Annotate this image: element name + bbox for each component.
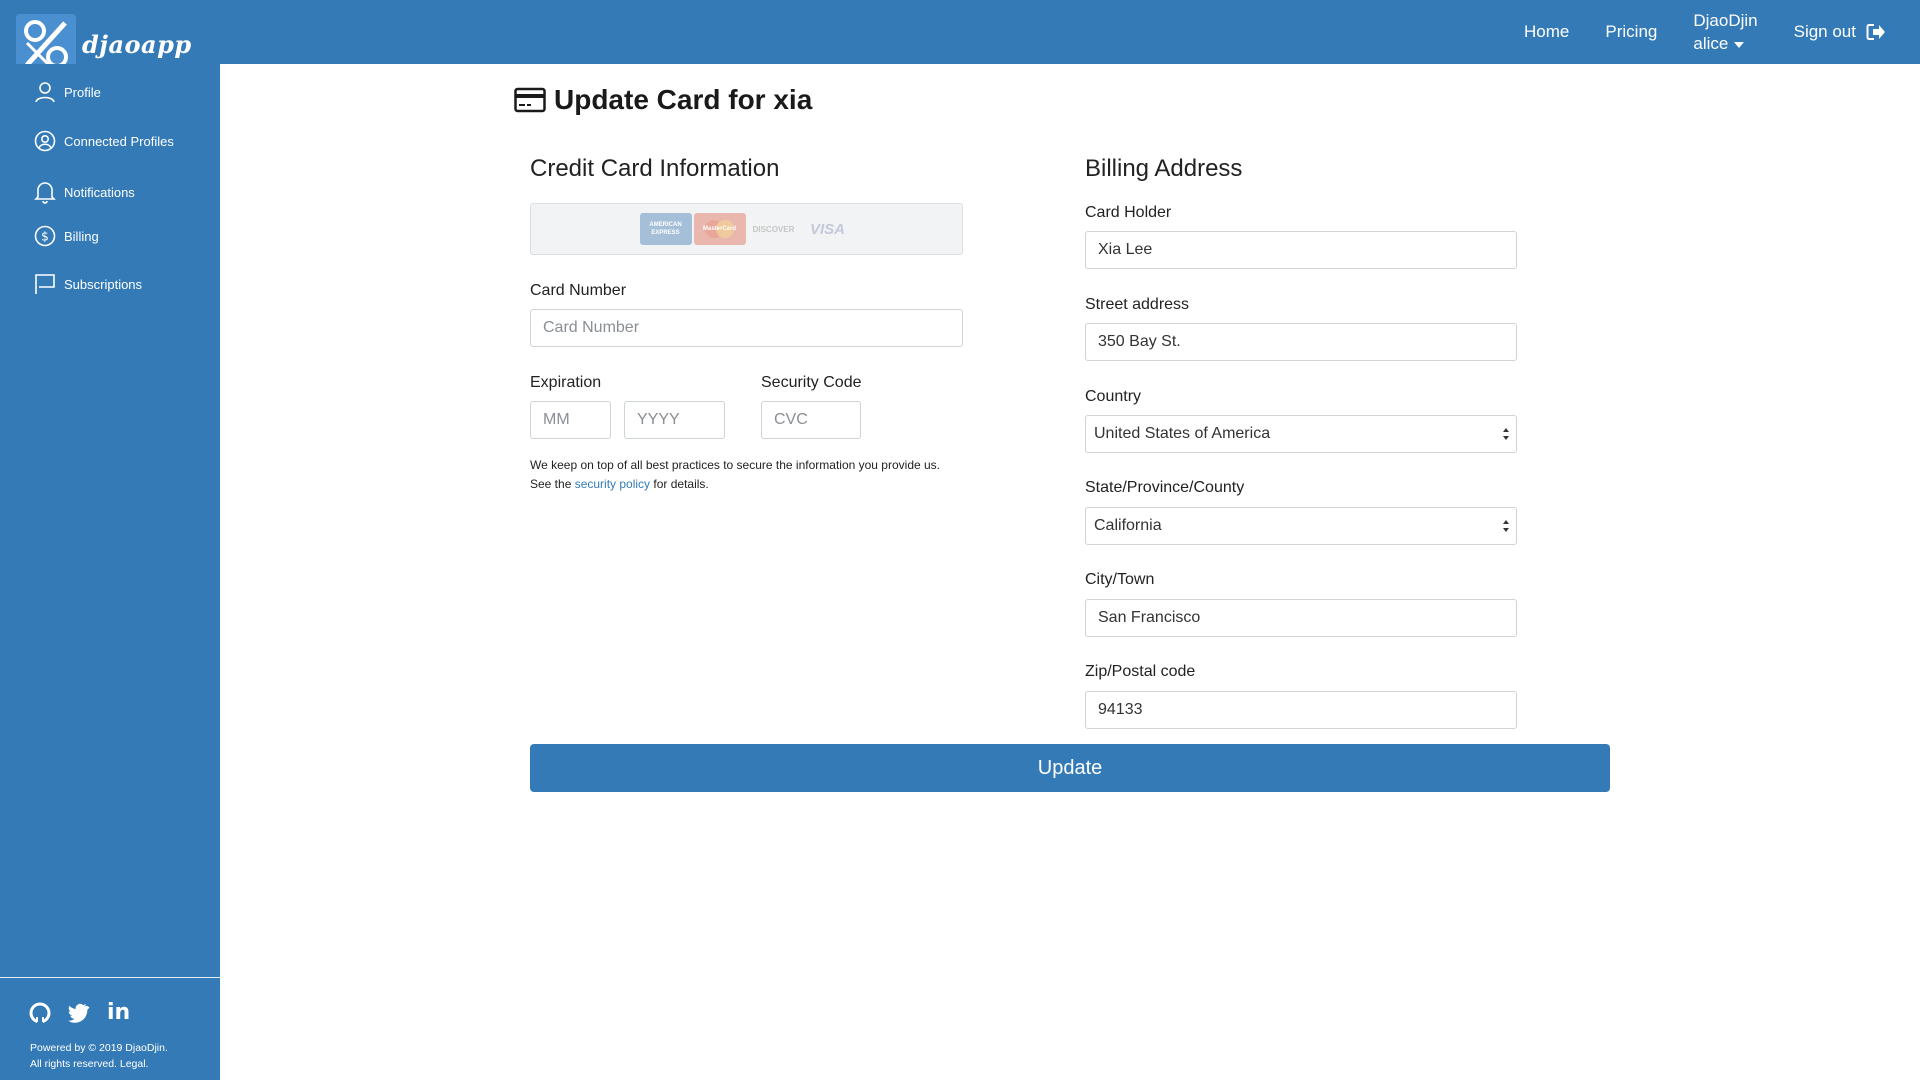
page-title-text: Update Card for xia [554, 84, 813, 115]
user-icon [35, 82, 55, 103]
state-label: State/Province/County [1085, 479, 1245, 496]
city-label: City/Town [1085, 571, 1155, 588]
billing-section-title: Billing Address [1085, 155, 1243, 182]
sidebar-item-notifications[interactable]: Notifications [34, 180, 135, 204]
country-label: Country [1085, 388, 1142, 405]
security-note: We keep on top of all best practices to … [530, 456, 960, 494]
zip-label: Zip/Postal code [1085, 663, 1196, 680]
sign-out-icon [1866, 24, 1885, 40]
sidebar-item-label: Connected Profiles [64, 133, 174, 149]
security-code-input[interactable] [761, 401, 861, 439]
brand-name: djaoapp [82, 29, 192, 59]
security-policy-link[interactable]: security policy [575, 477, 650, 491]
top-navbar: djaoapp Home Pricing DjaoDjin alice Sign… [0, 0, 1920, 74]
card-number-label: Card Number [530, 282, 627, 299]
sign-out-label: Sign out [1793, 22, 1856, 41]
mastercard-icon: MasterCard [693, 213, 746, 245]
street-address-input[interactable] [1085, 323, 1517, 361]
nav-pricing-link[interactable]: Pricing [1587, 22, 1675, 42]
sidebar-item-connected-profiles[interactable]: Connected Profiles [34, 130, 174, 152]
country-selected-value: United States of America [1094, 425, 1271, 442]
caret-down-icon [1734, 41, 1745, 48]
sign-out-link[interactable]: Sign out [1776, 22, 1920, 42]
sidebar: Profile Connected Profiles Notifications… [0, 64, 220, 1080]
accepted-cards: AMERICAN EXPRESS MasterCard DISCOVER VIS… [530, 203, 963, 255]
discover-card-icon: DISCOVER [748, 213, 800, 245]
zip-input[interactable] [1085, 691, 1517, 729]
card-holder-label: Card Holder [1085, 204, 1172, 221]
credit-card-icon [514, 87, 546, 113]
security-code-label: Security Code [761, 374, 862, 391]
sidebar-item-subscriptions[interactable]: Subscriptions [34, 273, 142, 295]
page-title: Update Card for xia [514, 84, 812, 116]
discover-label: DISCOVER [752, 224, 795, 234]
footer-line-1: Powered by © 2019 DjaoDjin. [30, 1042, 168, 1054]
update-button[interactable]: Update [530, 744, 1610, 792]
social-links: in [29, 1000, 147, 1025]
org-name: DjaoDjin [1693, 11, 1758, 30]
sidebar-item-profile[interactable]: Profile [34, 81, 101, 103]
top-nav: Home Pricing DjaoDjin alice Sign out [1506, 0, 1920, 64]
state-selected-value: California [1094, 517, 1162, 534]
bell-icon [34, 182, 56, 204]
state-select[interactable]: California [1085, 507, 1517, 545]
dollar-circle-icon: $ [34, 225, 56, 247]
visa-label: VISA [809, 220, 845, 238]
linkedin-icon[interactable]: in [107, 1000, 130, 1025]
twitter-icon[interactable] [68, 1003, 90, 1023]
select-arrows-icon [1503, 520, 1509, 532]
credit-card-section-title: Credit Card Information [530, 155, 780, 182]
visa-card-icon: VISA [802, 213, 854, 245]
card-holder-input[interactable] [1085, 231, 1517, 269]
street-address-label: Street address [1085, 296, 1190, 313]
flag-icon [35, 274, 55, 294]
sidebar-footer: in Powered by © 2019 DjaoDjin. All right… [0, 977, 220, 1080]
amex-label: AMERICAN EXPRESS [649, 222, 682, 236]
sidebar-item-label: Billing [64, 228, 99, 244]
footer-copyright: Powered by © 2019 DjaoDjin. All rights r… [30, 1040, 168, 1072]
svg-text:$: $ [41, 230, 49, 244]
card-number-input[interactable] [530, 309, 963, 347]
city-input[interactable] [1085, 599, 1517, 637]
username: alice [1693, 34, 1729, 53]
mastercard-label: MasterCard [702, 226, 736, 232]
github-icon[interactable] [29, 1002, 51, 1024]
user-circle-icon [34, 130, 56, 152]
user-menu-dropdown[interactable]: DjaoDjin alice [1675, 9, 1775, 55]
expiration-year-input[interactable] [624, 401, 725, 439]
amex-card-icon: AMERICAN EXPRESS [639, 213, 692, 245]
select-arrows-icon [1503, 428, 1509, 440]
sidebar-item-label: Subscriptions [64, 276, 143, 292]
expiration-label: Expiration [530, 374, 602, 391]
sidebar-item-label: Notifications [64, 184, 135, 200]
expiration-month-input[interactable] [530, 401, 611, 439]
security-note-tail: for details. [650, 477, 709, 491]
nav-home-link[interactable]: Home [1506, 22, 1587, 42]
country-select[interactable]: United States of America [1085, 415, 1517, 453]
footer-line-2: All rights reserved. Legal. [30, 1058, 149, 1070]
sidebar-item-billing[interactable]: $ Billing [34, 225, 99, 247]
sidebar-item-label: Profile [64, 84, 101, 100]
